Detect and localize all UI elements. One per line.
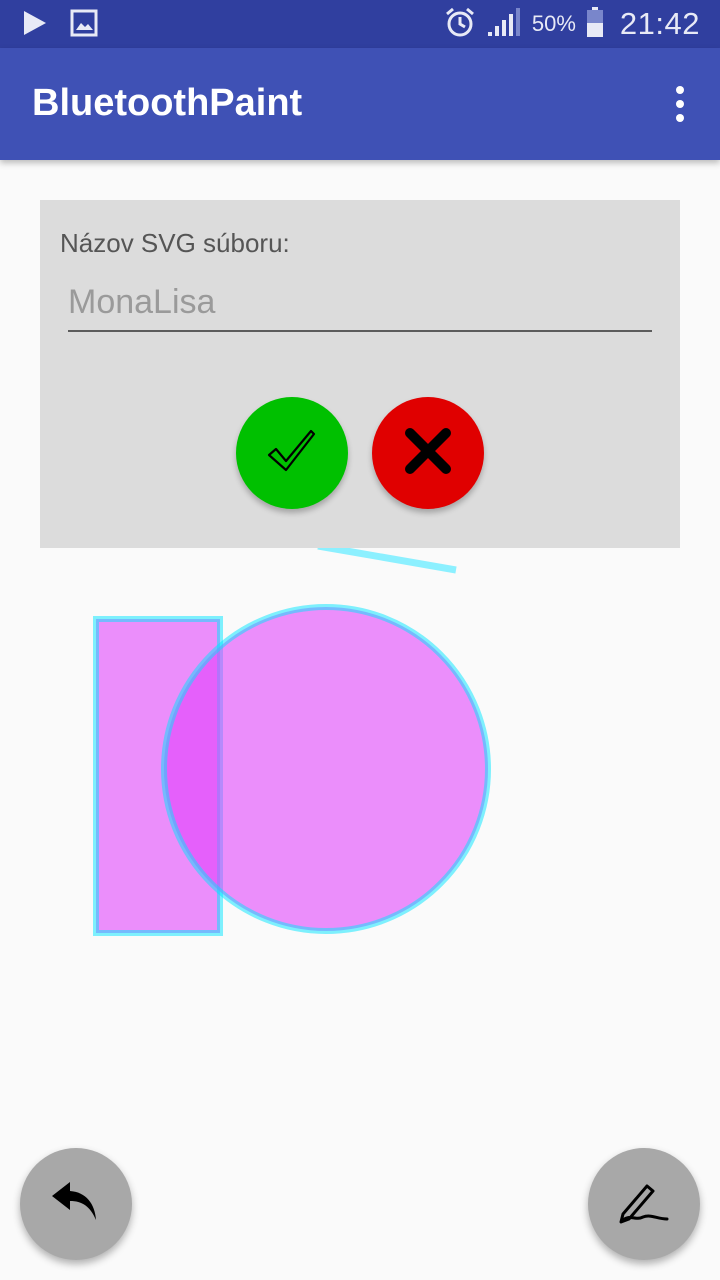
- save-svg-dialog: Názov SVG súboru:: [40, 200, 680, 548]
- alarm-icon: [444, 6, 476, 43]
- undo-button[interactable]: [20, 1148, 132, 1260]
- status-bar: 50% 21:42: [0, 0, 720, 48]
- drawn-circle: [161, 604, 491, 934]
- pen-icon: [617, 1180, 671, 1229]
- cancel-button[interactable]: [372, 397, 484, 509]
- battery-icon: [586, 6, 604, 43]
- svg-filename-label: Názov SVG súboru:: [60, 228, 290, 258]
- check-icon: [264, 423, 320, 484]
- close-icon: [402, 425, 454, 482]
- overflow-menu-icon[interactable]: [670, 86, 690, 122]
- drawn-line: [317, 542, 457, 574]
- battery-percent: 50%: [531, 11, 576, 36]
- undo-icon: [50, 1180, 102, 1229]
- gallery-icon: [70, 9, 98, 42]
- confirm-button[interactable]: [236, 397, 348, 509]
- signal-icon: [486, 6, 522, 43]
- svg-filename-input[interactable]: [68, 280, 652, 332]
- app-title: BluetoothPaint: [32, 82, 303, 124]
- app-bar: BluetoothPaint: [0, 48, 720, 160]
- draw-mode-button[interactable]: [588, 1148, 700, 1260]
- clock: 21:42: [619, 6, 700, 41]
- play-store-icon: [22, 9, 48, 42]
